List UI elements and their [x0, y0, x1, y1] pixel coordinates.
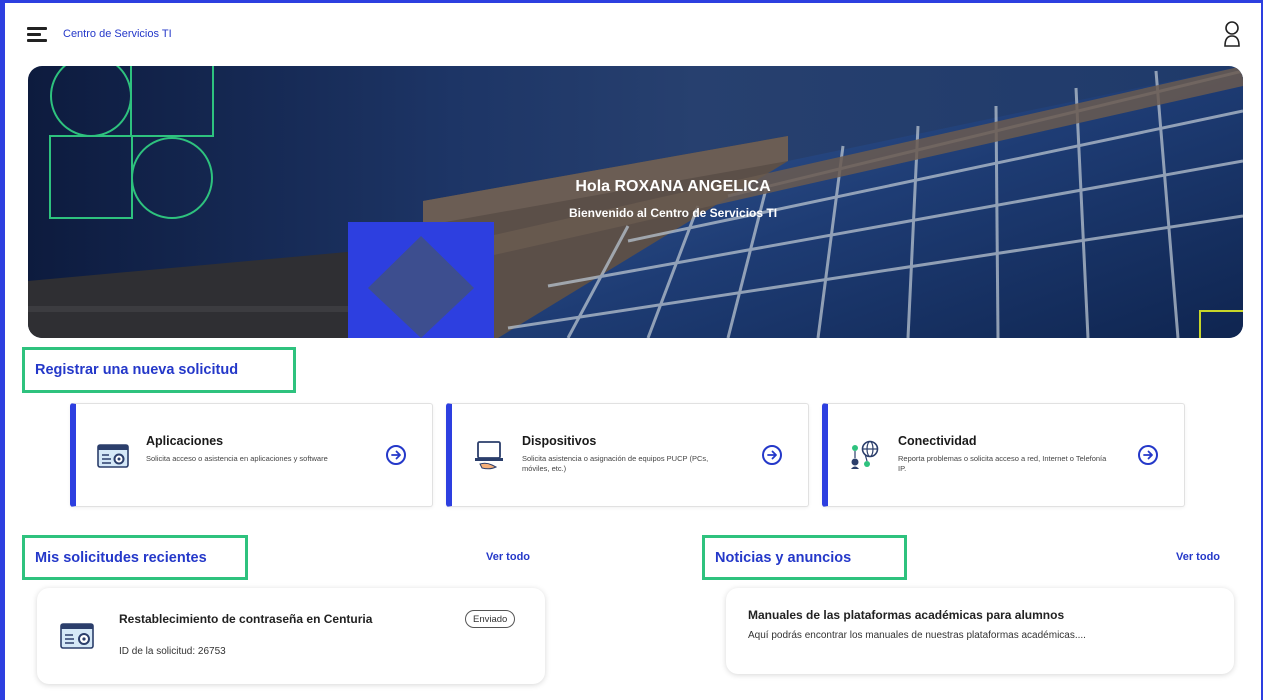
request-card-description: Reporta problemas o solicita acceso a re…	[898, 454, 1107, 474]
user-profile-icon[interactable]	[1221, 19, 1243, 49]
laptop-icon	[472, 438, 506, 472]
hero-building-illustration	[28, 66, 1243, 338]
news-heading: Noticias y anuncios	[702, 535, 907, 580]
news-description: Aquí podrás encontrar los manuales de nu…	[748, 630, 1086, 641]
new-request-heading: Registrar una nueva solicitud	[22, 347, 296, 393]
request-card-title: Aplicaciones	[146, 434, 224, 448]
app-title[interactable]: Centro de Servicios TI	[63, 28, 172, 40]
arrow-right-icon[interactable]	[1138, 445, 1158, 465]
request-card-description: Solicita asistencia o asignación de equi…	[522, 454, 709, 474]
status-badge: Enviado	[465, 610, 516, 628]
arrow-right-icon[interactable]	[762, 445, 782, 465]
arrow-right-icon[interactable]	[386, 445, 406, 465]
app-settings-icon	[59, 620, 95, 652]
request-card-description: Solicita acceso o asistencia en aplicaci…	[146, 454, 328, 463]
network-icon	[848, 438, 882, 472]
recent-requests-see-all-link[interactable]: Ver todo	[486, 551, 530, 563]
request-card-title: Dispositivos	[522, 434, 597, 448]
recent-request-title: Restablecimiento de contraseña en Centur…	[119, 612, 373, 626]
request-card-applications[interactable]: Aplicaciones Solicita acceso o asistenci…	[70, 403, 433, 507]
hero-banner: Hola ROXANA ANGELICA Bienvenido al Centr…	[28, 66, 1243, 338]
app-settings-icon	[96, 438, 130, 472]
recent-requests-heading: Mis solicitudes recientes	[22, 535, 248, 580]
top-bar: Centro de Servicios TI	[5, 3, 1261, 59]
recent-request-id: ID de la solicitud: 26753	[119, 646, 226, 657]
hamburger-menu-icon[interactable]	[27, 25, 49, 43]
news-see-all-link[interactable]: Ver todo	[1176, 551, 1220, 563]
request-card-devices[interactable]: Dispositivos Solicita asistencia o asign…	[446, 403, 809, 507]
recent-request-card[interactable]: Restablecimiento de contraseña en Centur…	[37, 588, 545, 684]
hero-subtitle: Bienvenido al Centro de Servicios TI	[568, 206, 778, 220]
request-card-connectivity[interactable]: Conectividad Reporta problemas o solicit…	[822, 403, 1185, 507]
request-card-title: Conectividad	[898, 434, 977, 448]
news-card[interactable]: Manuales de las plataformas académicas p…	[726, 588, 1234, 674]
frame-left-border	[0, 0, 5, 700]
news-title: Manuales de las plataformas académicas p…	[748, 608, 1065, 622]
hero-greeting: Hola ROXANA ANGELICA	[575, 178, 771, 195]
